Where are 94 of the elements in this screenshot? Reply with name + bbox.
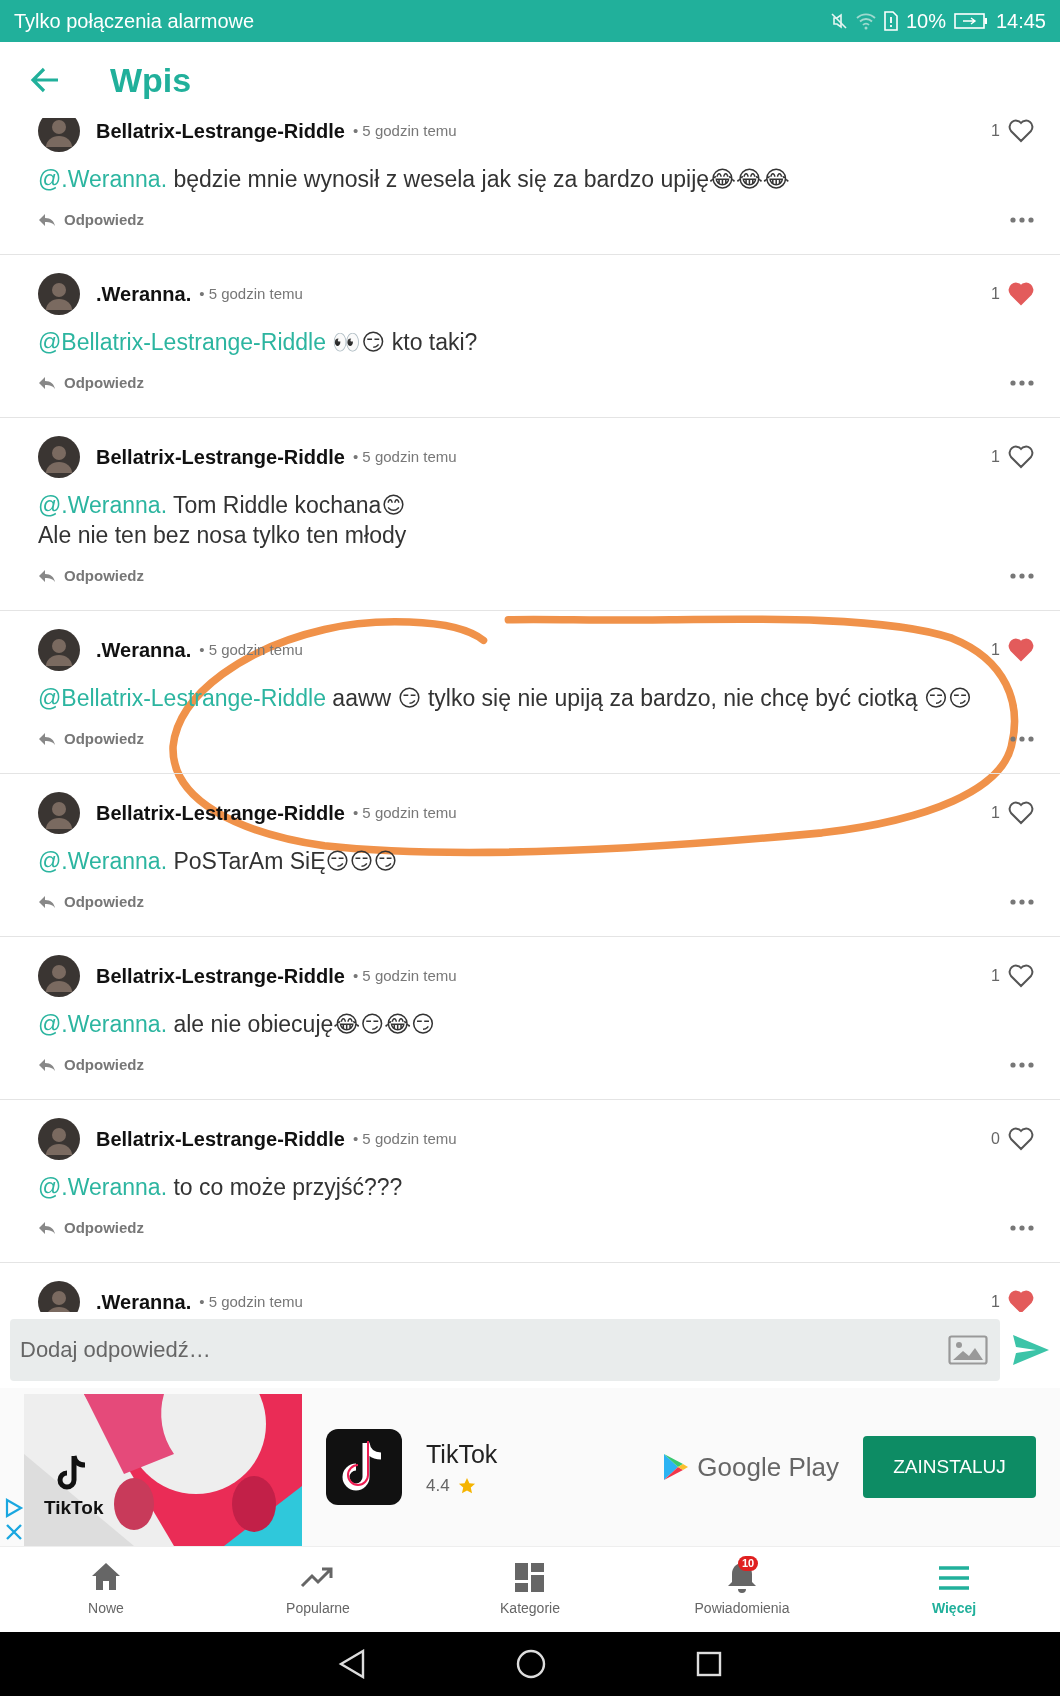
author-name[interactable]: .Weranna. (96, 1287, 192, 1312)
battery-icon (953, 12, 988, 30)
comment-time: • 5 godzin temu (352, 965, 457, 986)
comment-text: @.Weranna. PoSTarAm SiĘ😏😏😏 (38, 847, 399, 876)
reply-button[interactable]: Odpowiedz (38, 890, 144, 914)
avatar-icon (38, 118, 80, 152)
ad-choices-icon[interactable] (4, 1498, 24, 1518)
battery-percent: 10% (905, 9, 946, 34)
comment-time: • 5 godzin temu (352, 446, 457, 467)
heart-outline-icon[interactable] (1008, 119, 1034, 143)
wifi-icon (855, 12, 876, 30)
like-count: 1 (991, 640, 1000, 660)
avatar-icon (38, 273, 80, 315)
heart-filled-icon[interactable] (1008, 282, 1034, 306)
app-rating: 4.4 (426, 1475, 450, 1497)
comment-time: • 5 godzin temu (352, 120, 457, 141)
reply-button[interactable]: Odpowiedz (38, 371, 144, 395)
reply-button[interactable]: Odpowiedz (38, 1053, 144, 1077)
like-count: 1 (991, 284, 1000, 304)
nav-tab[interactable]: Nowe (0, 1547, 212, 1632)
comment-time: • 5 godzin temu (199, 283, 303, 304)
reply-icon (38, 1058, 56, 1072)
home-circle-icon[interactable] (516, 1649, 546, 1679)
author-name[interactable]: Bellatrix-Lestrange-Riddle (96, 1124, 345, 1154)
comment-text: @.Weranna. to co może przyjść??? (38, 1173, 404, 1202)
image-icon[interactable] (948, 1335, 988, 1365)
reply-icon (38, 213, 56, 227)
more-options-icon[interactable] (1010, 217, 1034, 223)
author-name[interactable]: Bellatrix-Lestrange-Riddle (96, 961, 345, 991)
sim-alert-icon (883, 11, 898, 31)
reply-button[interactable]: Odpowiedz (38, 1216, 144, 1240)
like-count: 1 (991, 447, 1000, 467)
comment-text: @.Weranna. będzie mnie wynosił z wesela jak się za bardzo upiję😂😂😂 (38, 165, 791, 194)
more-options-icon[interactable] (1010, 899, 1034, 905)
play-store-icon (663, 1453, 690, 1481)
avatar-icon (38, 629, 80, 671)
heart-outline-icon[interactable] (1008, 1127, 1034, 1151)
avatar-icon (38, 1118, 80, 1160)
close-icon[interactable] (4, 1522, 24, 1542)
heart-outline-icon[interactable] (1008, 445, 1034, 469)
comment-text: @.Weranna. Tom Riddle kochana😊 Ale nie ten bez nosa tylko ten młody (38, 491, 408, 550)
heart-outline-icon[interactable] (1008, 964, 1034, 988)
comment-time: • 5 godzin temu (352, 802, 457, 823)
more-options-icon[interactable] (1010, 573, 1034, 579)
app-name[interactable]: TikTok (426, 1435, 498, 1473)
heart-filled-icon[interactable] (1008, 638, 1034, 662)
avatar-icon (38, 792, 80, 834)
mute-icon (829, 12, 848, 30)
reply-button[interactable]: Odpowiedz (38, 208, 144, 232)
reply-icon (38, 376, 56, 390)
back-arrow-icon (30, 67, 60, 93)
clock-time: 14:45 (995, 9, 1046, 34)
heart-filled-icon[interactable] (1008, 1290, 1034, 1312)
like-count: 1 (991, 121, 1000, 141)
like-count: 1 (991, 1292, 1000, 1312)
like-count: 0 (991, 1129, 1000, 1149)
back-button[interactable] (30, 67, 60, 93)
more-options-icon[interactable] (1010, 1062, 1034, 1068)
notification-badge: 10 (738, 1556, 759, 1571)
author-name[interactable]: .Weranna. (96, 635, 192, 665)
page-title: Wpis (110, 59, 192, 101)
reply-icon (38, 895, 56, 909)
author-name[interactable]: Bellatrix-Lestrange-Riddle (96, 118, 345, 146)
star-icon (457, 1476, 476, 1495)
like-count: 1 (991, 803, 1000, 823)
carrier-text: Tylko połączenia alarmowe (14, 9, 255, 34)
avatar-icon (38, 436, 80, 478)
more-options-icon[interactable] (1010, 1225, 1034, 1231)
store-name: Google Play (697, 1450, 839, 1484)
author-name[interactable]: Bellatrix-Lestrange-Riddle (96, 442, 345, 472)
reply-icon (38, 569, 56, 583)
reply-button[interactable]: Odpowiedz (38, 727, 144, 751)
reply-icon (38, 732, 56, 746)
comment-text: @.Weranna. ale nie obiecuję😂😏😂😏 (38, 1010, 436, 1039)
app-icon (326, 1429, 402, 1505)
reply-button[interactable]: Odpowiedz (38, 564, 144, 588)
avatar-icon (38, 955, 80, 997)
comment-time: • 5 godzin temu (199, 1291, 303, 1312)
install-button[interactable]: ZAINSTALUJ (863, 1436, 1036, 1498)
author-name[interactable]: .Weranna. (96, 279, 192, 309)
more-options-icon[interactable] (1010, 736, 1034, 742)
comment-time: • 5 godzin temu (352, 1128, 457, 1149)
reply-icon (38, 1221, 56, 1235)
reply-input-field[interactable]: Dodaj odpowiedź… (10, 1319, 1000, 1381)
nav-tab[interactable]: Popularne (212, 1547, 424, 1632)
nav-tab[interactable]: Kategorie (424, 1547, 636, 1632)
brand-name: TikTok (44, 1496, 104, 1520)
heart-outline-icon[interactable] (1008, 801, 1034, 825)
recents-icon[interactable] (696, 1651, 722, 1677)
nav-tab[interactable]: 10 Powiadomienia (636, 1547, 848, 1632)
back-icon[interactable] (338, 1649, 366, 1679)
comment-text: @Bellatrix-Lestrange-Riddle 👀😏 kto taki? (38, 328, 479, 357)
more-options-icon[interactable] (1010, 380, 1034, 386)
like-count: 1 (991, 966, 1000, 986)
